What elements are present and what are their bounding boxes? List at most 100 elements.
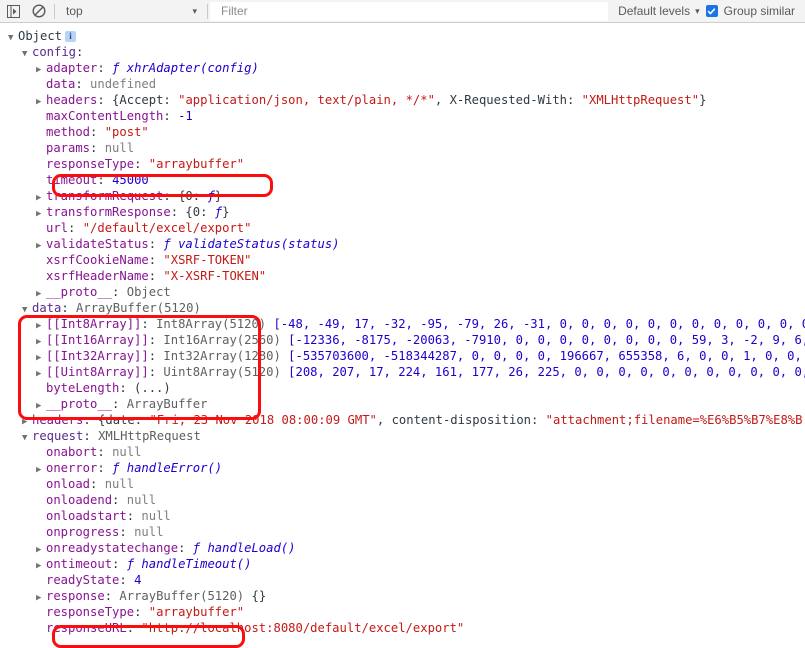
console-token: : xyxy=(149,349,164,363)
filter-box[interactable] xyxy=(210,2,608,21)
triangle-down-icon[interactable] xyxy=(8,30,18,44)
console-token: : xyxy=(135,413,150,427)
console-token: null xyxy=(105,477,134,491)
console-token: : xyxy=(68,221,83,235)
console-token: Accept xyxy=(119,93,163,107)
console-token: Int16Array(2560) xyxy=(163,333,288,347)
console-token: onloadend xyxy=(46,493,112,507)
console-token: ontimeout xyxy=(46,557,112,571)
console-token: "post" xyxy=(105,125,149,139)
console-token: headers xyxy=(32,413,83,427)
triangle-right-icon[interactable] xyxy=(36,462,46,476)
triangle-right-icon[interactable] xyxy=(36,238,46,252)
triangle-right-icon[interactable] xyxy=(36,398,46,412)
console-token: [-48, -49, 17, -32, -95, -79, 26, -31, 0… xyxy=(273,317,805,331)
console-token: maxContentLength xyxy=(46,109,163,123)
console-token: -1 xyxy=(178,109,193,123)
console-row: __proto__: Object xyxy=(0,284,805,300)
console-row: readyState: 4 xyxy=(0,572,805,588)
console-token: : xyxy=(76,45,83,59)
console-token: : xyxy=(178,541,193,555)
group-similar-checkbox[interactable] xyxy=(706,5,718,17)
console-token: : xyxy=(90,125,105,139)
console-token: , X-Requested-With: xyxy=(435,93,582,107)
console-token: : xyxy=(141,317,156,331)
triangle-right-icon[interactable] xyxy=(36,62,46,76)
console-row: [[Int32Array]]: Int32Array(1280) [-53570… xyxy=(0,348,805,364)
console-token: "arraybuffer" xyxy=(149,157,244,171)
triangle-right-icon[interactable] xyxy=(22,414,32,428)
triangle-down-icon[interactable] xyxy=(22,46,32,60)
console-token: undefined xyxy=(90,77,156,91)
console-token: : xyxy=(127,509,142,523)
console-row: onload: null xyxy=(0,476,805,492)
console-token: [-12336, -8175, -20063, -7910, 0, 0, 0, … xyxy=(288,333,805,347)
console-token: "http://localhost:8080/default/excel/exp… xyxy=(141,621,464,635)
console-token: : xyxy=(149,253,164,267)
console-token: : (...) xyxy=(119,381,170,395)
console-token: Int8Array(5120) xyxy=(156,317,273,331)
console-token: XMLHttpRequest xyxy=(98,429,201,443)
console-row: ontimeout: ƒ handleTimeout() xyxy=(0,556,805,572)
console-row: transformRequest: {0: ƒ} xyxy=(0,188,805,204)
console-token: params xyxy=(46,141,90,155)
console-token: validateStatus xyxy=(46,237,149,251)
console-token: : xyxy=(163,93,178,107)
triangle-right-icon[interactable] xyxy=(36,542,46,556)
console-token: null xyxy=(105,141,134,155)
console-row: xsrfHeaderName: "X-XSRF-TOKEN" xyxy=(0,268,805,284)
triangle-right-icon[interactable] xyxy=(36,190,46,204)
console-token: : {0: xyxy=(171,205,215,219)
triangle-right-icon[interactable] xyxy=(36,558,46,572)
filter-input[interactable] xyxy=(219,3,608,19)
console-token: onload xyxy=(46,477,90,491)
console-token: Uint8Array(5120) xyxy=(163,365,288,379)
console-token: onprogress xyxy=(46,525,119,539)
triangle-down-icon[interactable] xyxy=(22,430,32,444)
console-token: "XSRF-TOKEN" xyxy=(163,253,251,267)
console-token: "application/json, text/plain, */*" xyxy=(178,93,435,107)
console-row: response: ArrayBuffer(5120) {} xyxy=(0,588,805,604)
console-row: onloadstart: null xyxy=(0,508,805,524)
execution-context-selector[interactable]: top ▾ xyxy=(57,1,205,22)
clear-console-icon[interactable] xyxy=(26,0,52,23)
console-token: "/default/excel/export" xyxy=(83,221,252,235)
console-row: [[Uint8Array]]: Uint8Array(5120) [208, 2… xyxy=(0,364,805,380)
sidebar-panel-icon[interactable] xyxy=(0,0,26,23)
info-badge-icon[interactable]: i xyxy=(65,31,76,42)
console-token: null xyxy=(141,509,170,523)
console-token: null xyxy=(134,525,163,539)
triangle-right-icon[interactable] xyxy=(36,350,46,364)
triangle-right-icon[interactable] xyxy=(36,206,46,220)
console-token: ƒ validateStatus(status) xyxy=(163,237,339,251)
triangle-right-icon[interactable] xyxy=(36,286,46,300)
triangle-down-icon[interactable] xyxy=(22,302,32,316)
console-row: onloadend: null xyxy=(0,492,805,508)
console-token: "arraybuffer" xyxy=(149,605,244,619)
console-token: [208, 207, 17, 224, 161, 177, 26, 225, 0… xyxy=(288,365,805,379)
triangle-right-icon[interactable] xyxy=(36,94,46,108)
console-row: timeout: 45000 xyxy=(0,172,805,188)
triangle-right-icon[interactable] xyxy=(36,318,46,332)
group-similar-toggle[interactable]: Group similar xyxy=(706,4,805,18)
console-row: onabort: null xyxy=(0,444,805,460)
console-token: transformResponse xyxy=(46,205,171,219)
console-token: "XMLHttpRequest" xyxy=(582,93,699,107)
console-row: transformResponse: {0: ƒ} xyxy=(0,204,805,220)
console-token: responseType xyxy=(46,157,134,171)
console-token: "Fri, 23 Nov 2018 08:00:09 GMT" xyxy=(149,413,376,427)
console-token: Object xyxy=(127,285,171,299)
console-token: ƒ handleLoad() xyxy=(193,541,296,555)
console-token: 4 xyxy=(134,573,141,587)
triangle-right-icon[interactable] xyxy=(36,334,46,348)
console-row: adapter: ƒ xhrAdapter(config) xyxy=(0,60,805,76)
console-token: responseType xyxy=(46,605,134,619)
console-token: } xyxy=(215,189,222,203)
triangle-right-icon[interactable] xyxy=(36,590,46,604)
triangle-right-icon[interactable] xyxy=(36,366,46,380)
console-row: responseType: "arraybuffer" xyxy=(0,604,805,620)
console-token: : xyxy=(61,301,76,315)
console-token: timeout xyxy=(46,173,97,187)
console-token: "attachment;filename=%E6%B5%B7%E8%B xyxy=(546,413,803,427)
log-level-selector[interactable]: Default levels ▾ xyxy=(608,4,706,18)
